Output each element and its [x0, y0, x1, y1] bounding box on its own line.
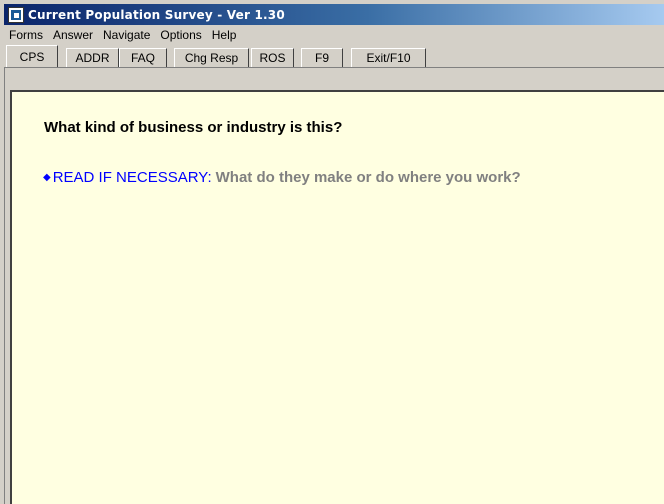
- tab-f9[interactable]: F9: [301, 48, 343, 67]
- question-text: What kind of business or industry is thi…: [44, 119, 343, 136]
- probe-text: What do they make or do where you work?: [215, 169, 521, 186]
- menu-help[interactable]: Help: [207, 28, 242, 42]
- read-if-necessary-label: READ IF NECESSARY:: [52, 169, 212, 186]
- question-panel: What kind of business or industry is thi…: [10, 90, 664, 504]
- tab-chg-resp[interactable]: Chg Resp: [174, 48, 249, 67]
- menu-options[interactable]: Options: [155, 28, 206, 42]
- window-title: Current Population Survey - Ver 1.30: [28, 7, 285, 22]
- tab-addr[interactable]: ADDR: [66, 48, 119, 67]
- title-bar[interactable]: Current Population Survey - Ver 1.30: [4, 4, 664, 25]
- tab-ros[interactable]: ROS: [251, 48, 294, 67]
- diamond-bullet-icon: ◆: [43, 172, 51, 183]
- menu-answer[interactable]: Answer: [48, 28, 98, 42]
- tab-bar: CPS ADDR FAQ Chg Resp ROS F9 Exit/F10: [4, 45, 664, 67]
- app-window: Current Population Survey - Ver 1.30 For…: [0, 0, 664, 504]
- tab-faq[interactable]: FAQ: [119, 48, 167, 67]
- menu-forms[interactable]: Forms: [4, 28, 48, 42]
- app-icon: [8, 6, 24, 23]
- menu-navigate[interactable]: Navigate: [98, 28, 155, 42]
- menu-bar: Forms Answer Navigate Options Help: [4, 25, 664, 45]
- instruction-line: ◆ READ IF NECESSARY: What do they make or …: [43, 169, 521, 186]
- tab-cps[interactable]: CPS: [6, 45, 58, 67]
- tab-exit-f10[interactable]: Exit/F10: [351, 48, 426, 67]
